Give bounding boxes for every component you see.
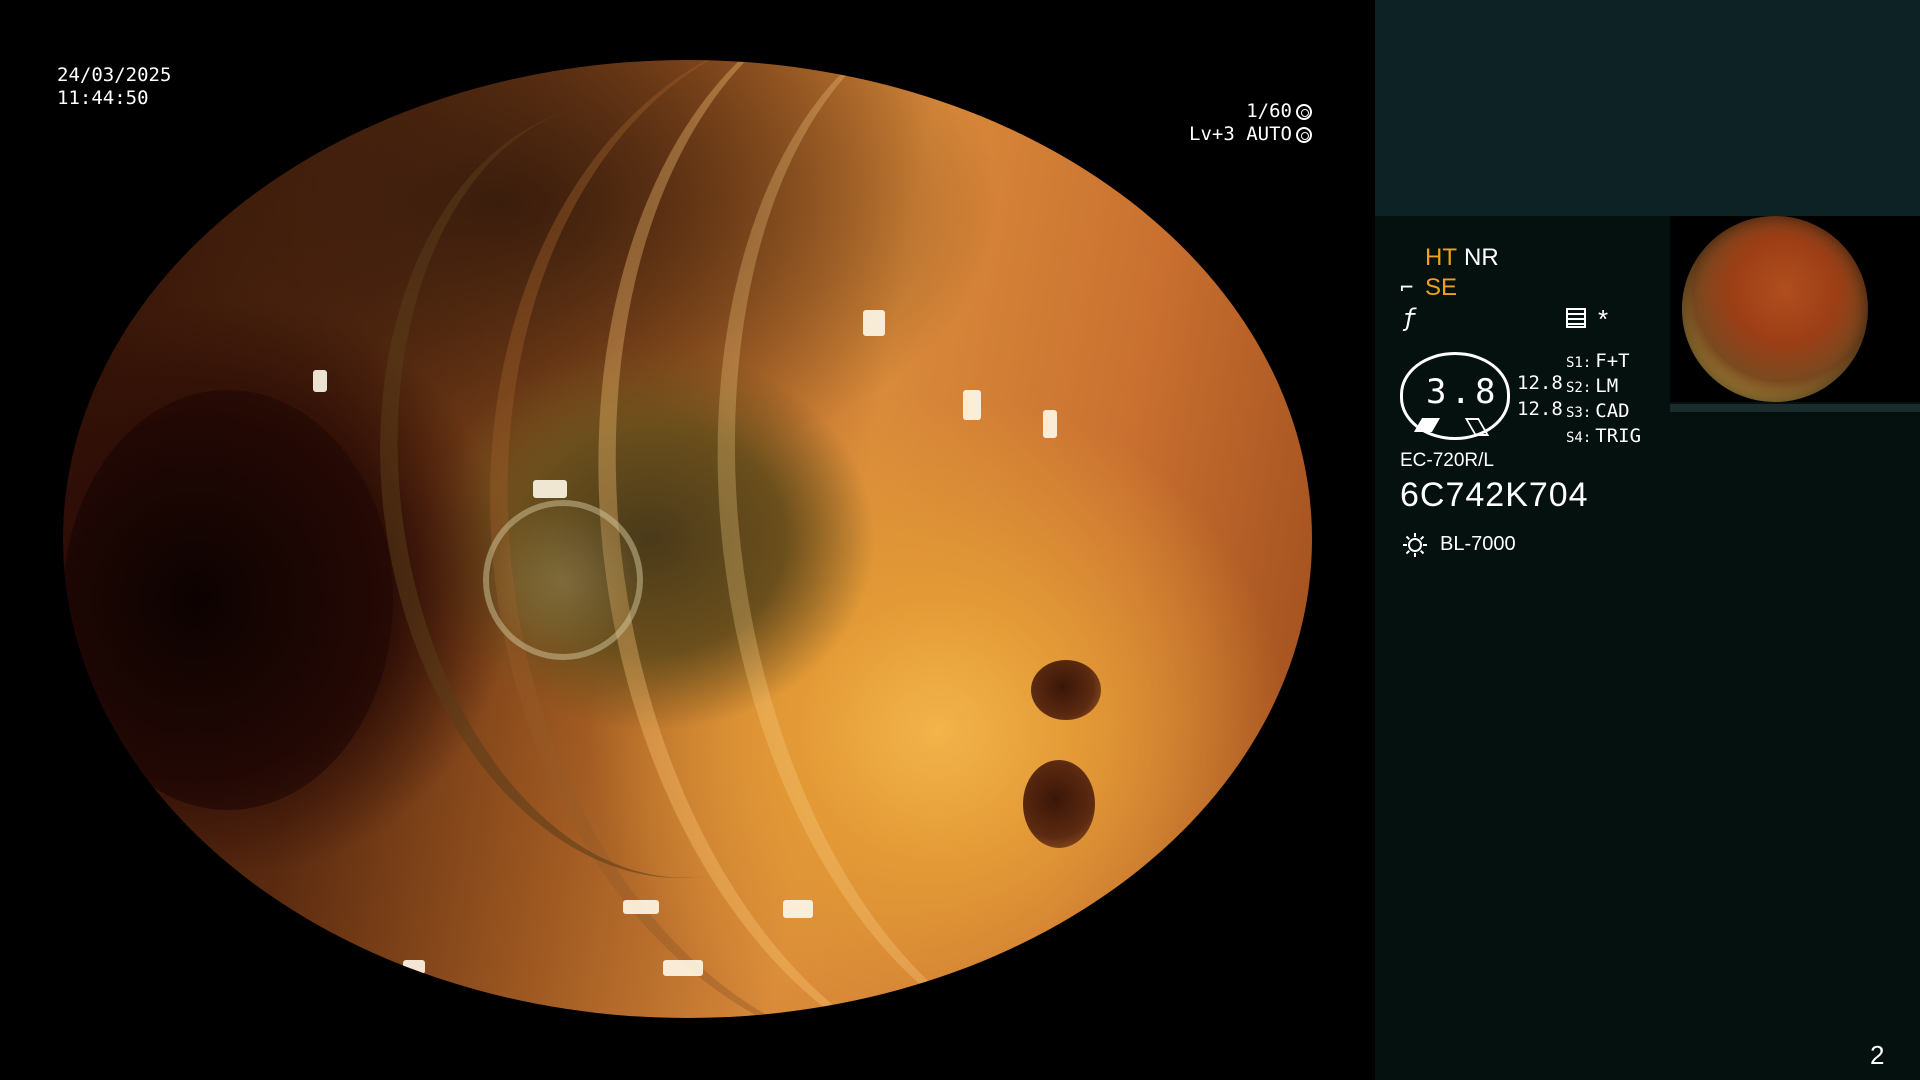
- time-text: 11:44:50: [57, 87, 149, 109]
- shutter-text: 1/60: [1246, 100, 1292, 122]
- switch-s2: S2: LM: [1566, 375, 1618, 397]
- endoscope-image: [63, 60, 1312, 1018]
- glare: [623, 900, 659, 914]
- glare: [963, 390, 981, 420]
- scope-model: EC-720R/L: [1400, 450, 1494, 471]
- switch-key: S1:: [1566, 355, 1592, 371]
- thumbnail-image: [1682, 216, 1868, 402]
- switch-key: S2:: [1566, 380, 1592, 396]
- water-droplet: [483, 500, 643, 660]
- switch-value: F+T: [1595, 350, 1630, 372]
- lumen: [63, 390, 393, 810]
- bubble: [1023, 760, 1095, 848]
- switch-key: S3:: [1566, 405, 1592, 421]
- iris-text: Lv+3 AUTO: [1189, 123, 1292, 145]
- scope-serial: 6C742K704: [1400, 476, 1589, 514]
- switch-s3: S3: CAD: [1566, 400, 1630, 422]
- iris-icon: [1296, 126, 1312, 143]
- zoom-value-b: 12.8: [1517, 398, 1563, 420]
- glare: [1043, 410, 1057, 438]
- switch-s4: S4: TRIG: [1566, 425, 1641, 447]
- glare: [533, 480, 567, 498]
- light-source: BL-7000: [1440, 533, 1516, 555]
- aperture-icon: [1296, 103, 1312, 120]
- shutter-row: 1/60: [1189, 100, 1312, 123]
- switch-s1: S1: F+T: [1566, 350, 1630, 372]
- dial-value: 3.8: [1426, 372, 1500, 412]
- menu-icon: [1566, 308, 1586, 328]
- iris-row: Lv+3 AUTO: [1189, 123, 1312, 146]
- bubble: [1031, 660, 1101, 720]
- glare: [313, 370, 327, 392]
- page-number: 2: [1870, 1040, 1885, 1070]
- switch-value: CAD: [1595, 400, 1630, 422]
- thumbnail-preview[interactable]: [1670, 216, 1920, 412]
- freeze-icon: ƒ: [1402, 304, 1417, 332]
- date-text: 24/03/2025: [57, 64, 172, 86]
- asterisk-icon: *: [1598, 304, 1609, 334]
- glare: [863, 310, 885, 336]
- datetime: 24/03/2025 11:44:50: [57, 64, 171, 110]
- switch-value: TRIG: [1595, 425, 1642, 447]
- thumbnail-bar: [1670, 404, 1920, 412]
- light-bulb-icon: [1403, 533, 1427, 557]
- mode-se-label: SE: [1425, 274, 1458, 301]
- switch-key: S4:: [1566, 430, 1592, 446]
- mode-nr-label: NR: [1464, 244, 1499, 271]
- scope-enhance-icon: ⌐: [1400, 276, 1414, 301]
- glare: [783, 900, 813, 918]
- panel-header-band: [1375, 0, 1920, 216]
- exposure-info: 1/60 Lv+3 AUTO: [1189, 100, 1312, 146]
- mode-ht-label: HT: [1425, 244, 1457, 271]
- zoom-value-a: 12.8: [1517, 372, 1563, 394]
- glare: [663, 960, 703, 976]
- glare: [403, 960, 425, 974]
- switch-value: LM: [1595, 375, 1619, 397]
